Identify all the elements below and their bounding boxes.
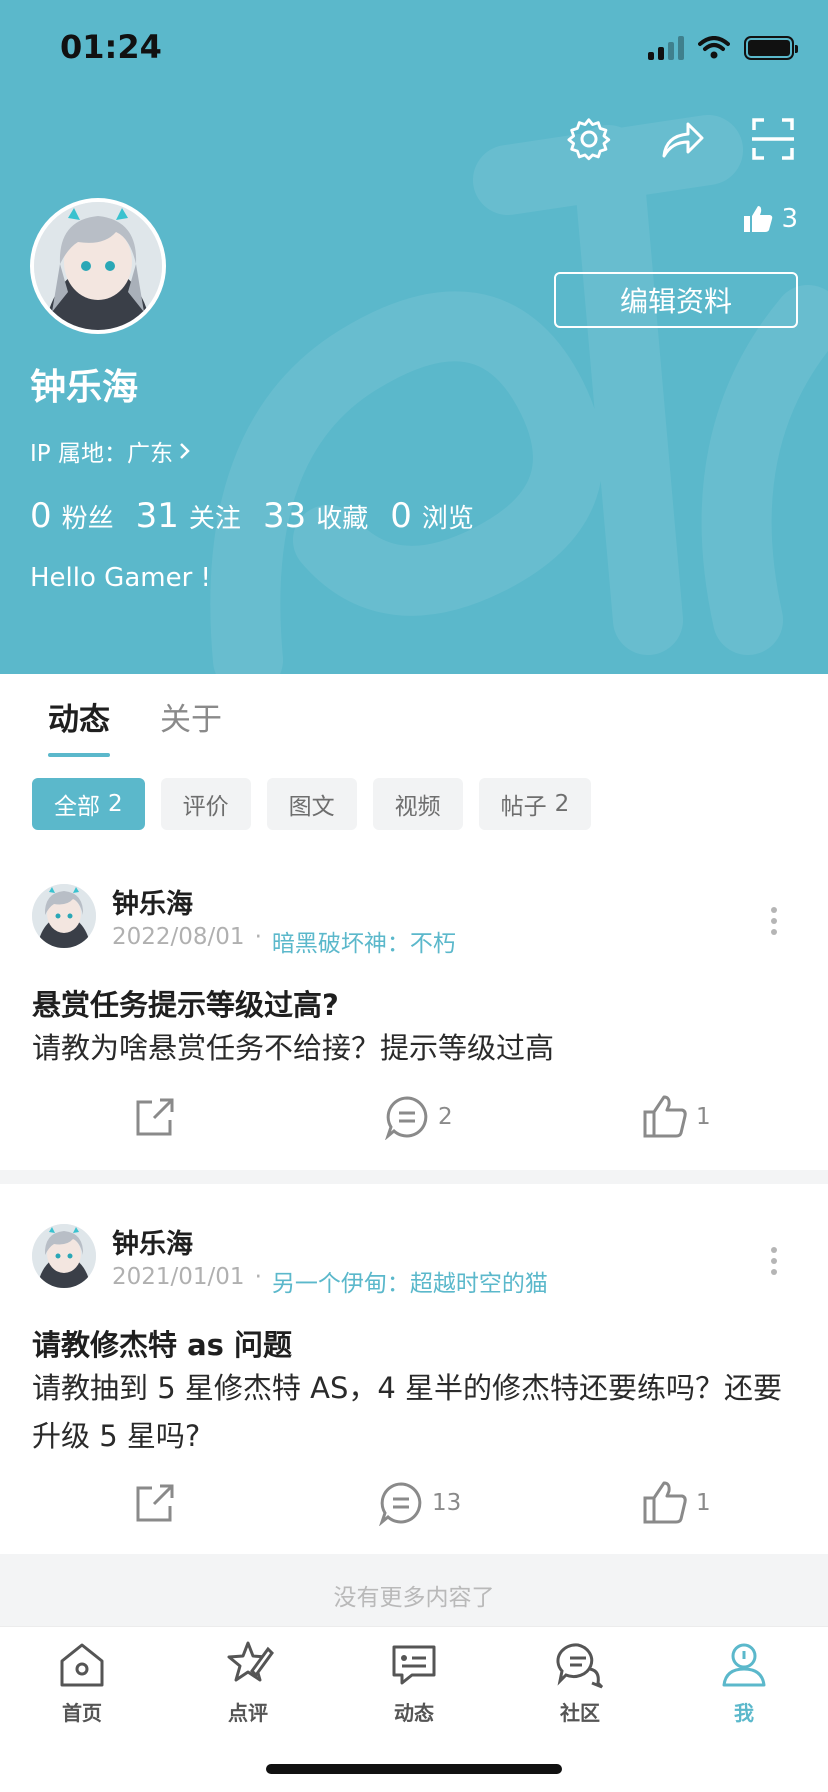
review-pen-icon [227,1641,274,1682]
post-author-avatar[interactable] [32,884,96,948]
battery-icon [744,36,798,60]
comment-button[interactable]: 2 [384,1094,453,1140]
status-time: 01:24 [60,28,162,66]
stat-followers[interactable]: 0 粉丝 [30,496,114,536]
likes-count: 3 [781,204,798,234]
stat-views[interactable]: 0 浏览 [390,496,474,536]
nav-review[interactable]: 点评 [188,1639,308,1726]
scan-icon[interactable] [750,116,796,162]
post-author[interactable]: 钟乐海 [112,882,193,921]
thumbs-up-outline-icon [643,1481,687,1524]
ip-location-text: IP 属地：广东 [30,441,173,467]
thumbs-up-icon [744,206,773,232]
post-meta: 2021/01/01 · 另一个伊甸：超越时空的猫 [112,1264,548,1298]
chevron-right-icon [180,443,190,459]
share-post-button[interactable] [132,1094,178,1140]
more-options-icon[interactable] [770,1246,778,1276]
comment-icon [379,1482,422,1526]
post-author[interactable]: 钟乐海 [112,1222,193,1261]
comment-count: 2 [438,1104,453,1130]
post-date: 2022/08/01 [112,924,245,950]
filter-videos[interactable]: 视频 [372,778,463,830]
community-chat-icon [556,1643,604,1689]
share-post-button[interactable] [132,1480,178,1526]
feed-post[interactable]: 钟乐海 2022/08/01 · 暗黑破坏神：不朽 悬赏任务提示等级过高? 请教… [0,844,828,1170]
stat-following[interactable]: 31 关注 [136,496,241,536]
post-title[interactable]: 悬赏任务提示等级过高? [32,982,339,1024]
filter-posts[interactable]: 帖子 2 [478,778,592,830]
share-out-icon [136,1098,174,1136]
like-count: 1 [696,1104,711,1130]
post-title[interactable]: 请教修杰特 as 问题 [32,1322,292,1364]
tabs-and-filters: 动态 关于 全部 2 评价 图文 视频 帖子 2 [0,674,828,844]
status-bar: 01:24 [0,0,828,100]
meta-separator: · [254,1264,262,1290]
share-icon[interactable] [658,116,704,162]
nav-community[interactable]: 社区 [520,1639,640,1726]
profile-username: 钟乐海 [30,367,139,408]
profile-icon [722,1643,766,1687]
ip-location[interactable]: IP 属地：广东 [30,434,193,468]
wifi-icon [698,36,730,59]
post-body[interactable]: 请教为啥悬赏任务不给接？提示等级过高 [32,1024,788,1072]
cellular-signal-icon [648,36,684,60]
post-author-avatar[interactable] [32,1224,96,1288]
gear-icon[interactable] [566,116,612,162]
tab-about[interactable]: 关于 [160,694,222,757]
post-game-link[interactable]: 另一个伊甸：超越时空的猫 [272,1264,548,1298]
filter-image-text[interactable]: 图文 [266,778,357,830]
like-count: 1 [696,1490,711,1516]
share-out-icon [136,1484,174,1522]
more-options-icon[interactable] [770,906,778,936]
meta-separator: · [254,924,262,950]
comment-button[interactable]: 13 [378,1480,461,1526]
nav-home[interactable]: 首页 [22,1639,142,1726]
post-date: 2021/01/01 [112,1264,245,1290]
post-body[interactable]: 请教抽到 5 星修杰特 AS，4 星半的修杰特还要练吗？还要升级 5 星吗? [32,1364,788,1460]
post-meta: 2022/08/01 · 暗黑破坏神：不朽 [112,924,456,958]
comment-icon [385,1096,428,1140]
feed-post[interactable]: 钟乐海 2021/01/01 · 另一个伊甸：超越时空的猫 请教修杰特 as 问… [0,1184,828,1554]
filter-all[interactable]: 全部 2 [32,778,145,830]
tab-feed[interactable]: 动态 [48,694,110,757]
avatar[interactable] [30,198,166,334]
edit-profile-button[interactable]: 编辑资料 [554,272,798,328]
home-icon [60,1643,104,1687]
comment-count: 13 [432,1490,462,1516]
post-game-link[interactable]: 暗黑破坏神：不朽 [272,924,456,958]
profile-stats: 0 粉丝 31 关注 33 收藏 0 浏览 [30,496,482,536]
filter-reviews[interactable]: 评价 [160,778,251,830]
stat-favorites[interactable]: 33 收藏 [263,496,368,536]
nav-me[interactable]: 我 [684,1639,804,1726]
profile-bio: Hello Gamer ! [30,563,211,593]
like-button[interactable]: 1 [642,1094,711,1140]
thumbs-up-outline-icon [643,1095,687,1138]
like-button[interactable]: 1 [642,1480,711,1526]
profile-header: 01:24 3 编辑资料 钟乐海 IP 属地：广东 0 粉丝 31 关注 33 … [0,0,828,674]
nav-feed[interactable]: 动态 [354,1639,474,1726]
feed-icon [392,1645,436,1685]
home-indicator[interactable] [266,1764,562,1774]
likes-counter[interactable]: 3 [743,204,798,234]
end-of-feed-text: 没有更多内容了 [333,1585,495,1611]
